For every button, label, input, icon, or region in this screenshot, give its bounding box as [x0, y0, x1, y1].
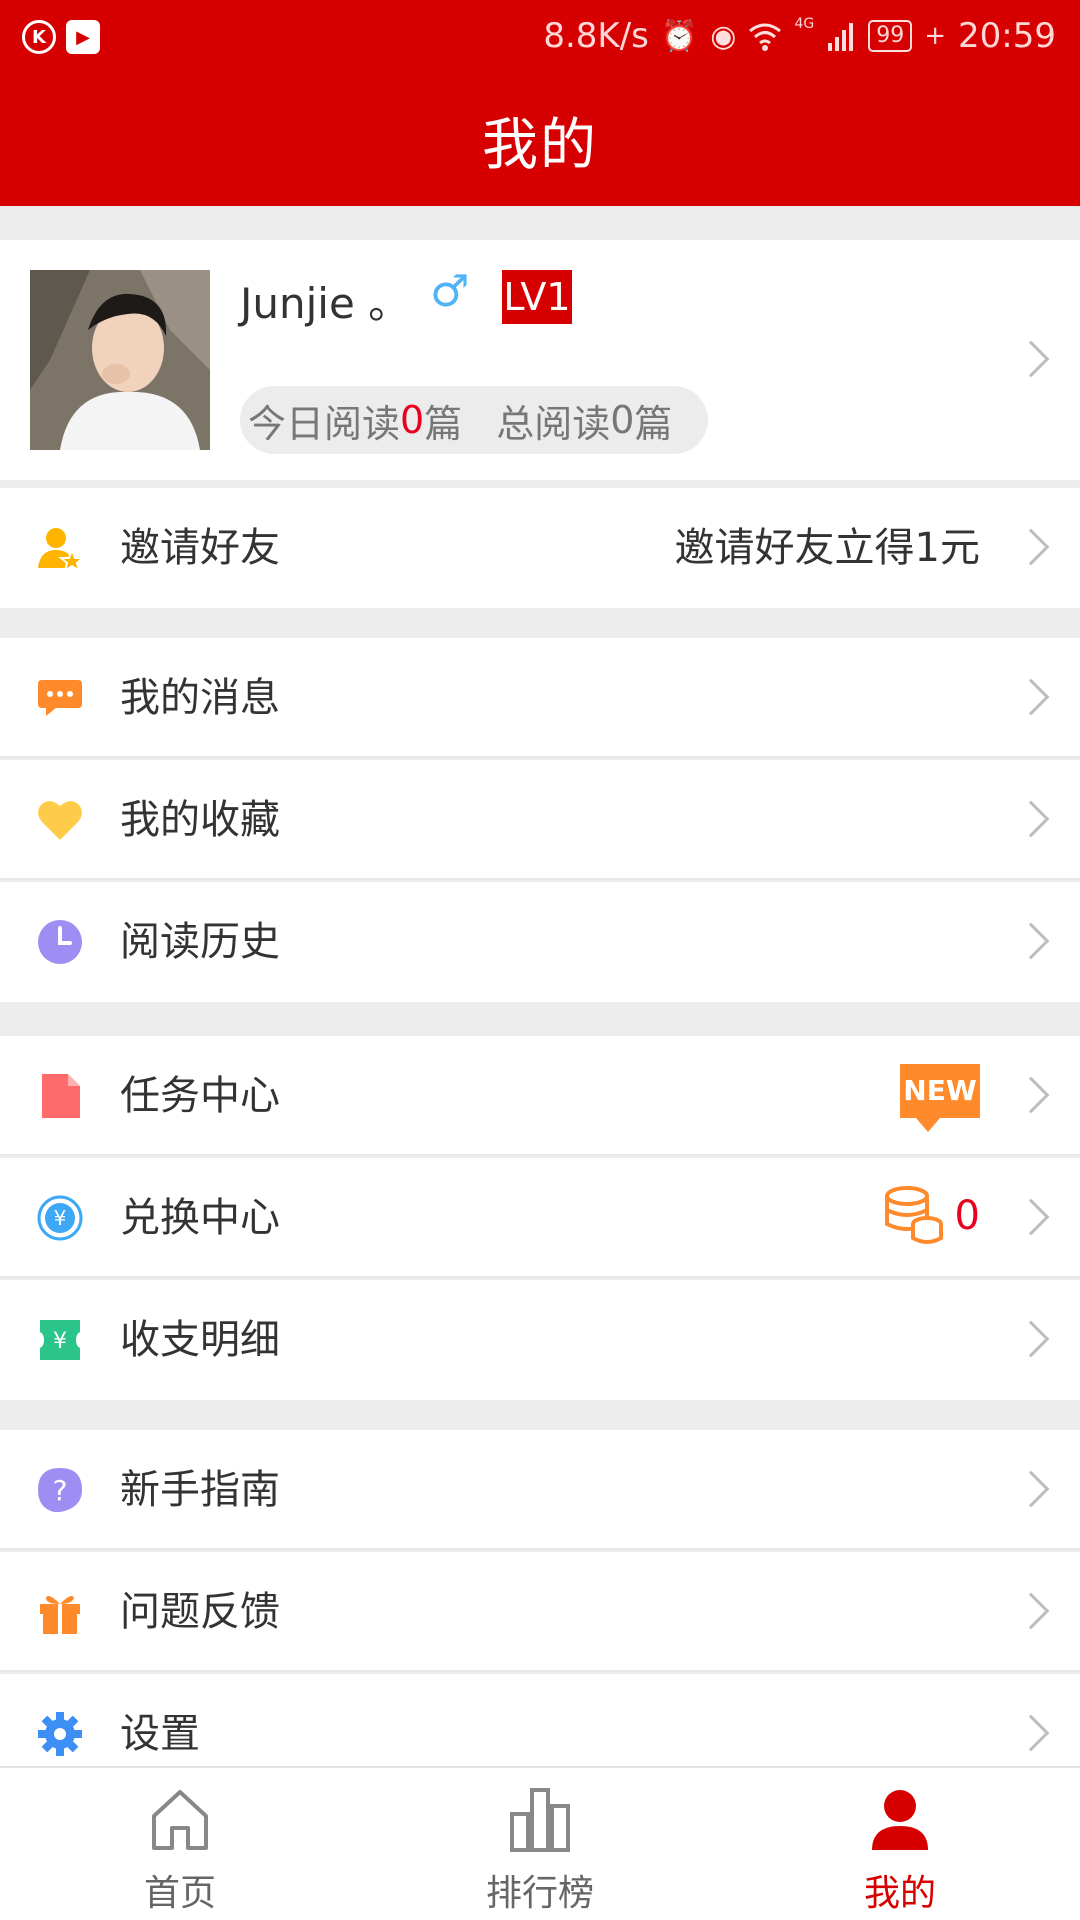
- ledger-label: 收支明细: [120, 1317, 280, 1363]
- ranking-icon: [510, 1788, 570, 1852]
- document-icon: [42, 1074, 80, 1118]
- chevron-right-icon: [1012, 1320, 1050, 1358]
- coin-balance: 0: [881, 1184, 980, 1248]
- battery-icon: 99: [868, 20, 913, 52]
- status-indicators: 8.8K/s ⏰ ◉ 4G 99 + 20:59: [543, 16, 1056, 56]
- level-badge: LV1: [502, 270, 572, 324]
- person-icon: [872, 1790, 928, 1850]
- task-center-label: 任务中心: [120, 1073, 280, 1119]
- network-speed: 8.8K/s: [543, 16, 649, 56]
- today-reading-count: 0: [400, 398, 425, 442]
- profile-card[interactable]: Junjie 。 ♂ LV1 今日阅读 0 篇 总阅读 0 篇: [0, 240, 1080, 480]
- coin-count: 0: [954, 1193, 980, 1239]
- nav-home[interactable]: 首页: [80, 1784, 280, 1914]
- chevron-right-icon: [1012, 1198, 1050, 1236]
- exchange-center-row[interactable]: ¥ 兑换中心 0: [0, 1158, 1080, 1278]
- today-reading-unit: 篇: [424, 401, 463, 446]
- status-bar: K ▶ 8.8K/s ⏰ ◉ 4G 99 + 20:59: [0, 0, 1080, 74]
- svg-text:¥: ¥: [53, 1329, 67, 1354]
- clock-icon: [38, 920, 82, 964]
- chevron-right-icon: [1012, 528, 1050, 566]
- chat-bubble-icon: [38, 680, 82, 716]
- yuan-note-icon: ¥: [40, 1320, 80, 1360]
- chevron-right-icon: [1012, 678, 1050, 716]
- question-icon: ?: [38, 1468, 82, 1512]
- beginner-guide-row[interactable]: ? 新手指南: [0, 1430, 1080, 1550]
- beginner-guide-label: 新手指南: [120, 1467, 280, 1513]
- chevron-right-icon: [1012, 1470, 1050, 1508]
- total-reading-count: 0: [610, 398, 635, 442]
- svg-text:?: ?: [53, 1474, 68, 1507]
- invite-reward-text: 邀请好友立得1元: [674, 525, 980, 571]
- clock-time: 20:59: [958, 16, 1056, 56]
- wifi-icon: [749, 23, 782, 51]
- gear-icon: [38, 1712, 82, 1756]
- chevron-right-icon: [1012, 922, 1050, 960]
- my-favorites-row[interactable]: 我的收藏: [0, 760, 1080, 880]
- task-center-row[interactable]: 任务中心 NEW: [0, 1036, 1080, 1156]
- new-badge: NEW: [900, 1064, 980, 1132]
- nav-ranking-label: 排行榜: [485, 1873, 594, 1914]
- chevron-right-icon: [1012, 1714, 1050, 1752]
- chevron-right-icon: [1012, 800, 1050, 838]
- total-reading-unit: 篇: [634, 401, 673, 446]
- username: Junjie 。: [240, 279, 411, 328]
- feedback-label: 问题反馈: [120, 1589, 280, 1635]
- reading-history-row[interactable]: 阅读历史: [0, 882, 1080, 1002]
- nav-mine[interactable]: 我的: [800, 1784, 1000, 1914]
- coins-icon: [884, 1186, 943, 1244]
- my-favorites-label: 我的收藏: [120, 797, 280, 843]
- yuan-exchange-icon: ¥: [37, 1195, 83, 1241]
- video-app-icon: ▶: [66, 20, 100, 54]
- heart-icon: [38, 800, 82, 840]
- gift-icon: [40, 1596, 80, 1634]
- bottom-navigation: 首页 排行榜 我的: [0, 1766, 1080, 1920]
- my-messages-label: 我的消息: [120, 675, 280, 721]
- reading-stats: 今日阅读 0 篇 总阅读 0 篇: [240, 386, 708, 454]
- male-gender-icon: ♂: [430, 266, 470, 317]
- signal-icon: [828, 23, 854, 51]
- home-icon: [152, 1790, 208, 1850]
- exchange-center-label: 兑换中心: [120, 1195, 280, 1241]
- chevron-right-icon: [1012, 1076, 1050, 1114]
- invite-friends-row[interactable]: 邀请好友 邀请好友立得1元: [0, 488, 1080, 608]
- eye-icon: ◉: [710, 18, 737, 54]
- ledger-row[interactable]: ¥ 收支明细: [0, 1280, 1080, 1400]
- my-messages-row[interactable]: 我的消息: [0, 638, 1080, 758]
- svg-text:¥: ¥: [54, 1206, 67, 1230]
- feedback-row[interactable]: 问题反馈: [0, 1552, 1080, 1672]
- avatar[interactable]: [30, 270, 210, 450]
- today-reading-label: 今日阅读: [248, 401, 401, 446]
- app-header: K ▶ 8.8K/s ⏰ ◉ 4G 99 + 20:59 我的: [0, 0, 1080, 206]
- chevron-right-icon: [1012, 1592, 1050, 1630]
- network-type: 4G: [794, 16, 815, 32]
- page-title: 我的: [482, 113, 598, 178]
- nav-home-label: 首页: [143, 1873, 216, 1914]
- charging-icon: +: [924, 21, 947, 51]
- reading-history-label: 阅读历史: [120, 919, 280, 965]
- nav-mine-label: 我的: [863, 1873, 936, 1914]
- invite-friends-label: 邀请好友: [120, 525, 280, 571]
- alarm-icon: ⏰: [660, 18, 699, 54]
- k-app-icon: K: [22, 20, 56, 54]
- chevron-right-icon: [1012, 340, 1050, 378]
- avatar-photo: [30, 270, 210, 450]
- nav-ranking[interactable]: 排行榜: [440, 1784, 640, 1914]
- user-star-icon: [38, 528, 84, 572]
- status-notification-icons: K ▶: [22, 20, 100, 54]
- total-reading-label: 总阅读: [496, 401, 611, 446]
